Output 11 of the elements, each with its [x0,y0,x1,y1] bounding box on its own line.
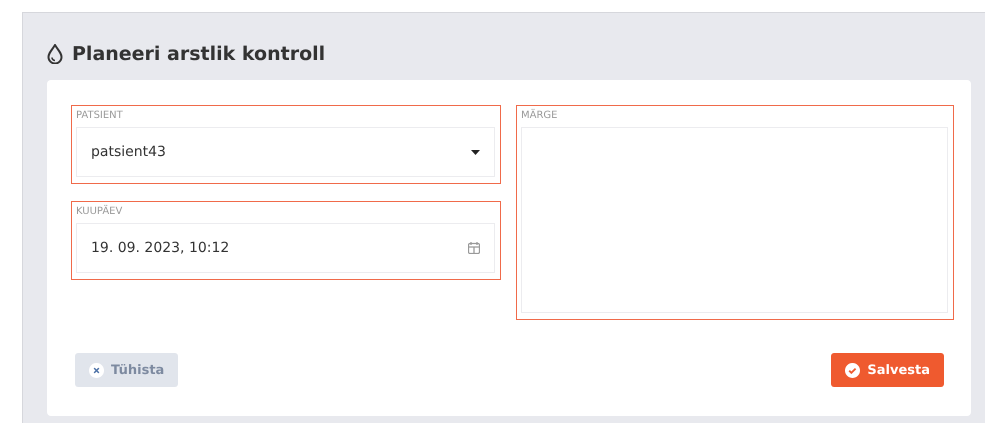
patient-select[interactable]: patsient43 [76,127,495,177]
check-circle-icon [845,362,860,378]
drop-icon [47,44,63,64]
close-circle-icon [89,362,104,378]
field-label: KUUPÄEV [76,206,124,219]
caret-icon [471,150,480,154]
page-title: Planeeri arstlik kontroll [72,43,326,65]
field-label: MÄRGE [521,110,558,123]
date-field[interactable]: 19. 09. 2023, 10:12 [76,223,495,273]
field-label: PATSIENT [76,110,124,123]
calendar-icon [468,242,480,254]
